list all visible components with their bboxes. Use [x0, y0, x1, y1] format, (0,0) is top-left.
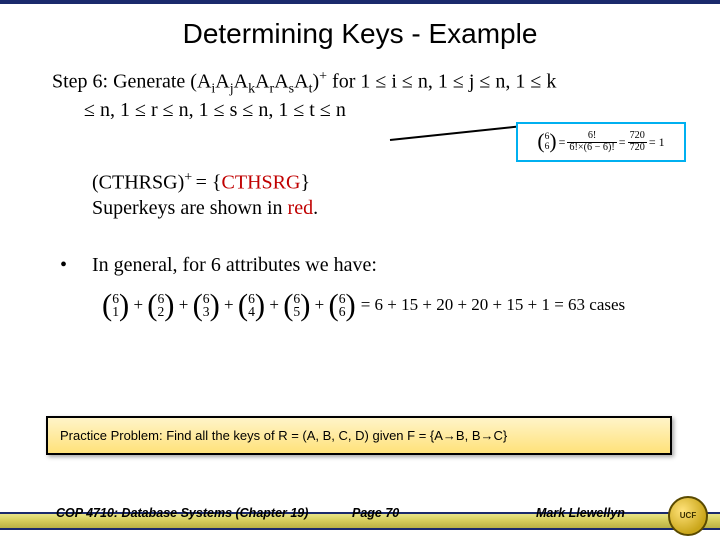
binom-term: (62) [147, 292, 174, 319]
slide-body: Step 6: Generate (AiAjAkArAsAt)+ for 1 ≤… [0, 68, 720, 319]
step6-prefix: Step 6: Generate (A [52, 71, 211, 93]
superkeys-red: red [288, 197, 314, 219]
closure-block: (CTHRSG)+ = {CTHSRG} Superkeys are shown… [52, 169, 680, 221]
superkeys-line: Superkeys are shown in red. [92, 196, 680, 221]
binom-term: (63) [193, 292, 220, 319]
practice-text: Practice Problem: Find all the keys of R… [60, 428, 507, 443]
closure-close: } [300, 172, 310, 194]
slide-title: Determining Keys - Example [0, 18, 720, 50]
footer-course: COP 4710: Database Systems (Chapter 19) [56, 506, 308, 520]
footer: COP 4710: Database Systems (Chapter 19) … [0, 494, 720, 540]
combo-formula: (61) + (62) + (63) + (64) + (65) + (66) … [52, 292, 680, 319]
eq3: = 1 [649, 135, 665, 150]
binom-term: (66) [328, 292, 355, 319]
closure-sup: + [184, 170, 195, 185]
closure-eq: = { [196, 172, 222, 194]
footer-page: Page 70 [352, 506, 399, 520]
frac1: 6!6!×(6 − 6)! [567, 131, 616, 153]
plus-sign: + [265, 295, 283, 314]
ucf-logo-icon: UCF [668, 496, 708, 536]
binom-term: (65) [283, 292, 310, 319]
superkeys-period: . [313, 197, 318, 219]
footer-author: Mark Llewellyn [536, 506, 625, 520]
bullet-row: • In general, for 6 attributes we have: [52, 253, 680, 278]
eq2: = [619, 135, 626, 150]
closure-equation: (CTHRSG)+ = {CTHSRG} [92, 169, 680, 196]
plus-sign: + [220, 295, 238, 314]
slide: Determining Keys - Example Step 6: Gener… [0, 0, 720, 540]
plus-sign: + [310, 295, 328, 314]
plus-sign: + [129, 295, 147, 314]
binomial-callout: (66) = 6!6!×(6 − 6)! = 720720 = 1 [516, 122, 686, 162]
step6-rest: for 1 ≤ i ≤ n, 1 ≤ j ≤ n, 1 ≤ k [327, 71, 556, 93]
bullet-marker: • [52, 253, 92, 278]
step6-text: Step 6: Generate (AiAjAkArAsAt)+ for 1 ≤… [52, 68, 680, 123]
closure-rhs: CTHSRG [222, 172, 301, 194]
bullet-text: In general, for 6 attributes we have: [92, 253, 377, 278]
binom-term: (61) [102, 292, 129, 319]
closure-lhs: (CTHRSG) [92, 172, 184, 194]
binom-6-6: (66) [537, 132, 556, 151]
plus-sign: + [175, 295, 193, 314]
step6-line2: ≤ n, 1 ≤ r ≤ n, 1 ≤ s ≤ n, 1 ≤ t ≤ n [84, 99, 346, 121]
practice-problem-box: Practice Problem: Find all the keys of R… [46, 416, 672, 455]
combo-rhs: = 6 + 15 + 20 + 20 + 15 + 1 = 63 cases [361, 295, 625, 314]
binom-term: (64) [238, 292, 265, 319]
frac2: 720720 [628, 131, 647, 153]
eq1: = [559, 135, 566, 150]
superkeys-text: Superkeys are shown in [92, 197, 288, 219]
